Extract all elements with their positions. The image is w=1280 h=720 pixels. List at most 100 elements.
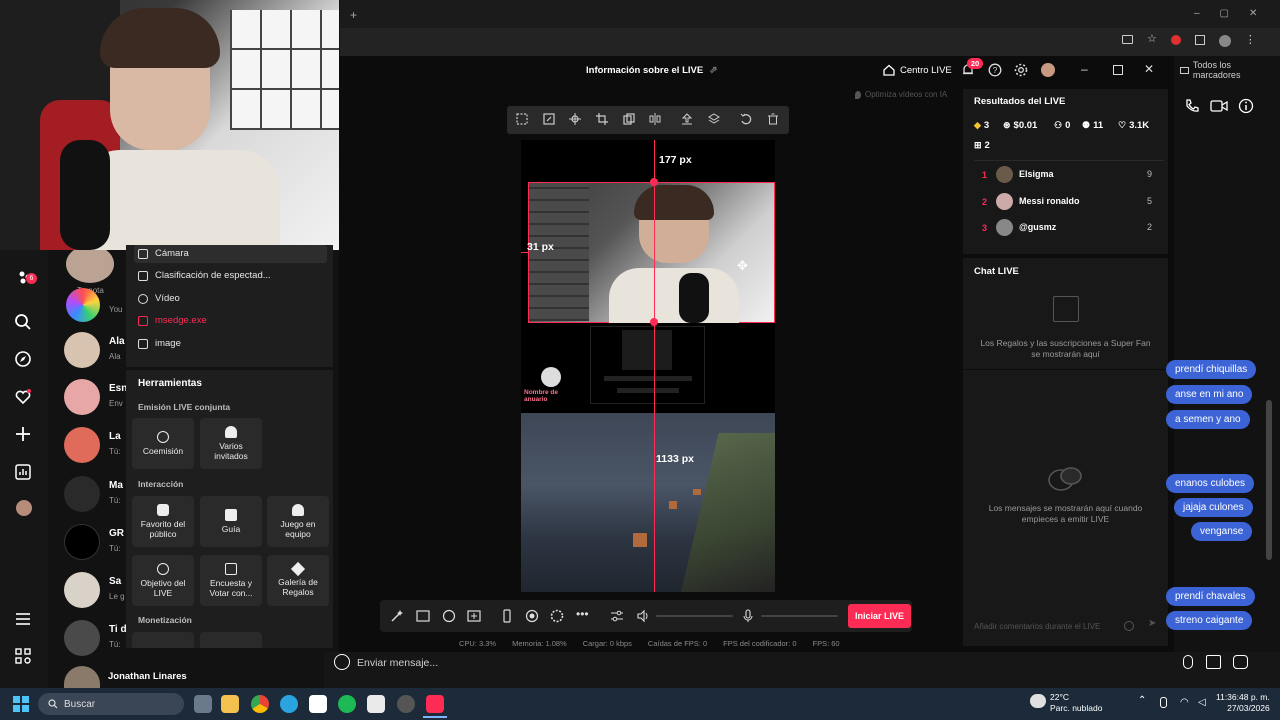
file-explorer-icon[interactable] xyxy=(221,695,239,713)
canvas-game-source[interactable] xyxy=(521,413,775,592)
volume-icon[interactable] xyxy=(636,609,650,623)
help-icon[interactable]: ? xyxy=(988,63,1002,77)
tool-team-game[interactable]: Juego en equipo xyxy=(267,496,329,547)
contact-name[interactable]: Jonathan Linares xyxy=(108,671,187,682)
live-center-button[interactable]: Centro LIVE xyxy=(883,64,952,76)
microphone-icon[interactable] xyxy=(1183,655,1193,669)
tool-guide[interactable]: Guía xyxy=(200,496,262,547)
more-dots-icon[interactable]: ••• xyxy=(576,607,590,621)
system-clock[interactable]: 11:36:48 p. m. 27/03/2026 xyxy=(1216,692,1270,713)
cast-icon[interactable] xyxy=(1122,35,1133,44)
capcut-icon-2[interactable] xyxy=(367,695,385,713)
tiktok-live-studio-icon[interactable] xyxy=(426,695,444,713)
portrait-icon[interactable] xyxy=(500,609,514,623)
mic-slider[interactable] xyxy=(761,615,838,617)
task-view-icon[interactable] xyxy=(194,695,212,713)
weather-widget[interactable]: 22°C Parc. nublado xyxy=(1050,692,1102,713)
layers-icon[interactable] xyxy=(708,113,721,126)
chevron-up-icon[interactable]: ⌃ xyxy=(1138,695,1146,706)
settings-gear-icon[interactable] xyxy=(1014,63,1028,77)
star-icon[interactable]: ☆ xyxy=(1147,34,1157,47)
tool-live-goal[interactable]: Objetivo del LIVE xyxy=(132,555,194,606)
windows-start-icon[interactable] xyxy=(13,696,29,712)
search-icon[interactable] xyxy=(14,313,34,333)
video-call-icon[interactable] xyxy=(1210,98,1228,114)
bookmarks-folder[interactable]: Todos los marcadores xyxy=(1180,60,1280,80)
share-icon[interactable]: ⇗ xyxy=(709,65,717,76)
studio-avatar[interactable] xyxy=(1041,63,1055,77)
sticker-icon[interactable] xyxy=(1233,655,1248,669)
profile-avatar[interactable] xyxy=(16,500,32,516)
microphone-icon[interactable] xyxy=(1160,697,1167,708)
duplicate-icon[interactable] xyxy=(623,113,636,126)
select-icon[interactable] xyxy=(516,113,529,126)
emoji-icon[interactable] xyxy=(1124,621,1134,631)
avatar-placeholder[interactable] xyxy=(541,367,561,387)
source-msedge[interactable]: msedge.exe xyxy=(138,315,207,326)
profile-avatar[interactable] xyxy=(1218,35,1231,47)
capcut-icon[interactable] xyxy=(309,695,327,713)
studio-title[interactable]: Información sobre el LIVE ⇗ xyxy=(586,65,718,76)
bring-front-icon[interactable] xyxy=(681,113,694,126)
explore-compass-icon[interactable] xyxy=(14,350,34,370)
trash-icon[interactable] xyxy=(767,113,780,126)
new-tab-icon[interactable]: + xyxy=(350,8,357,22)
taskbar-search[interactable]: Buscar xyxy=(38,693,184,715)
maximize-icon[interactable] xyxy=(1113,65,1123,75)
tool-multi-guest[interactable]: Varios invitados xyxy=(200,418,262,469)
captions-icon[interactable] xyxy=(416,609,430,623)
menu-kebab-icon[interactable]: ⋮ xyxy=(1245,35,1256,47)
optimize-ai-hint[interactable]: Optimiza vídeos con IA xyxy=(855,90,947,99)
chrome-icon[interactable] xyxy=(251,695,269,713)
undo-icon[interactable] xyxy=(740,113,753,126)
volume-icon[interactable]: ◁ xyxy=(1198,697,1206,708)
tool-card-partial[interactable] xyxy=(132,632,194,648)
message-input[interactable]: Enviar mensaje... xyxy=(357,657,438,669)
source-viewer-ranking[interactable]: Clasificación de espectad... xyxy=(138,270,271,281)
resize-handle[interactable] xyxy=(650,318,658,326)
send-icon[interactable]: ➤ xyxy=(1148,618,1156,629)
ai-effects-icon[interactable] xyxy=(442,609,456,623)
source-image[interactable]: image xyxy=(138,338,181,349)
ranking-row[interactable]: 3 @gusmz 2 xyxy=(974,216,1158,240)
record-icon[interactable] xyxy=(525,609,539,623)
contact-avatar[interactable] xyxy=(66,288,100,322)
tool-card-partial[interactable] xyxy=(200,632,262,648)
analytics-icon[interactable] xyxy=(14,463,34,483)
effects-wand-icon[interactable] xyxy=(390,609,404,623)
volume-slider[interactable] xyxy=(656,615,733,617)
microphone-icon[interactable] xyxy=(741,609,755,623)
fit-icon[interactable] xyxy=(543,113,556,126)
extension-red-icon[interactable] xyxy=(1170,35,1181,45)
add-source-icon[interactable] xyxy=(467,609,481,623)
source-video[interactable]: Vídeo xyxy=(138,293,180,304)
extensions-icon[interactable] xyxy=(1194,35,1205,45)
source-camera[interactable]: Cámara xyxy=(138,248,189,259)
telegram-icon[interactable] xyxy=(280,695,298,713)
crop-icon[interactable] xyxy=(596,113,609,126)
obs-icon[interactable] xyxy=(397,695,415,713)
phone-icon[interactable] xyxy=(1184,98,1200,114)
emoji-icon[interactable] xyxy=(334,654,350,670)
apps-grid-icon[interactable] xyxy=(14,647,34,667)
tool-poll[interactable]: Encuesta y Votar con... xyxy=(200,555,262,606)
minimize-icon[interactable]: – xyxy=(1081,62,1088,76)
image-icon[interactable] xyxy=(1206,655,1221,669)
live-comment-input[interactable]: Añadir comentarios durante el LIVE xyxy=(970,616,1140,636)
menu-hamburger-icon[interactable] xyxy=(14,610,34,630)
plus-icon[interactable] xyxy=(14,425,34,445)
adjust-sliders-icon[interactable] xyxy=(610,609,624,623)
canvas-camera-source[interactable] xyxy=(528,182,775,323)
tool-coemision[interactable]: Coemisión xyxy=(132,418,194,469)
window-controls[interactable]: –▢✕ xyxy=(1194,8,1277,19)
tool-audience-favorite[interactable]: Favorito del público xyxy=(132,496,194,547)
flip-icon[interactable] xyxy=(649,113,662,126)
ranking-row[interactable]: 1 Elsigma 9 xyxy=(974,163,1158,187)
note-avatar[interactable] xyxy=(66,245,114,283)
center-icon[interactable] xyxy=(569,113,582,126)
resize-handle[interactable] xyxy=(650,178,658,186)
spotify-icon[interactable] xyxy=(338,695,356,713)
info-icon[interactable] xyxy=(1238,98,1254,114)
live-cam-icon[interactable] xyxy=(550,609,564,623)
start-live-button[interactable]: Iniciar LIVE xyxy=(848,604,911,628)
